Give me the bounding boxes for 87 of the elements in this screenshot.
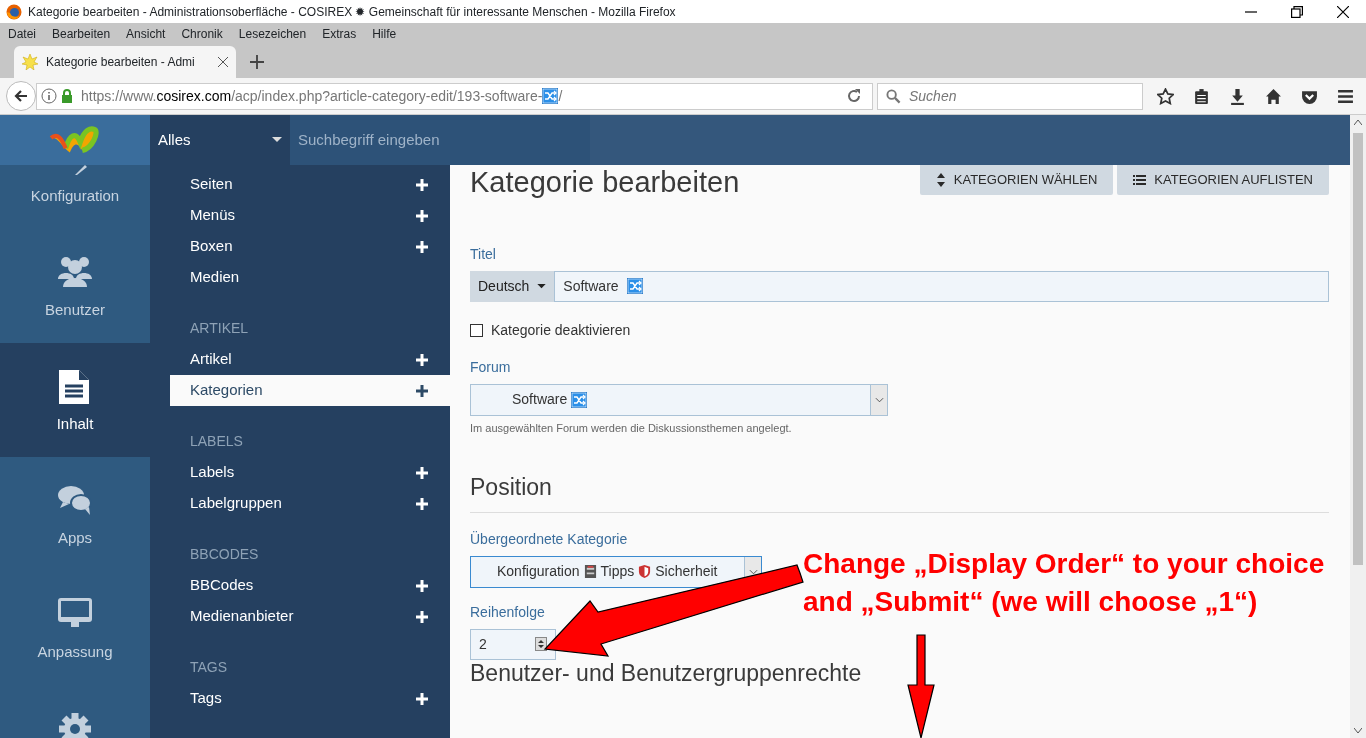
menu-item[interactable]: Extras [318,24,361,43]
shuffle-icon [626,278,643,295]
list-icon [1133,174,1147,186]
tab-title: Kategorie bearbeiten - Admi [46,54,196,71]
wave-logo [49,125,101,155]
chevron-down-icon [748,568,758,575]
search-icon [886,88,901,104]
lock-icon[interactable] [61,89,73,103]
title-input[interactable]: Software [554,270,1329,302]
restore-icon[interactable] [1291,5,1303,18]
info-icon[interactable] [41,88,57,104]
submenu-item[interactable]: Labels [170,457,450,488]
search-placeholder: Suchen [909,86,957,106]
submenu-item[interactable]: Boxen [170,231,450,262]
submenu-item[interactable]: Tags [170,683,450,714]
browser-tab[interactable]: Kategorie bearbeiten - Admi [14,46,236,78]
menu-item[interactable]: Datei [4,24,40,43]
submenu-item[interactable]: BBCodes [170,570,450,601]
back-button[interactable] [6,81,36,111]
scope-dropdown[interactable]: Alles [150,115,290,165]
browser-logo-icon [6,3,22,20]
bookmark-star-icon[interactable] [1157,87,1174,105]
number-input[interactable]: 2 [470,628,556,660]
shuffle-icon [542,88,559,104]
plus-icon[interactable] [416,384,428,397]
sidebar-item[interactable]: Konfiguration [0,165,150,229]
field-label: Reihenfolge [470,602,545,622]
reload-icon[interactable] [846,88,862,104]
select-field[interactable]: Konfiguration Tipps Sicherheit [470,555,762,588]
close-icon[interactable] [1337,5,1349,18]
back-arrow-icon [13,88,29,104]
cabinet-icon [583,564,597,580]
submenu-item[interactable]: Seiten [170,169,450,200]
annotation-text: Change „Display Order“ to your choice and „Submit“ (we will choose „1“) [803,547,1326,619]
shield-icon [638,564,652,580]
sidebar-item[interactable]: Anpassung [0,571,150,685]
menu-icon[interactable] [1337,87,1354,105]
sort-icon [935,173,946,187]
scroll-down-icon[interactable] [1354,728,1362,734]
menu-item[interactable]: Ansicht [122,24,170,43]
chevron-down-icon [874,396,884,403]
menu-item[interactable]: Hilfe [368,24,401,43]
header-button[interactable]: KATEGORIEN AUFLISTEN [1117,165,1329,195]
caret-icon [272,137,282,143]
section-heading: Position [470,474,1329,513]
section-heading: ARTIKEL [190,319,250,338]
section-heading: Benutzer- und Benutzergruppenrechte [470,659,863,688]
gear-icon[interactable] [57,711,93,738]
submenu-item[interactable]: Medienanbieter [170,601,450,632]
language-dropdown[interactable]: Deutsch [470,270,555,302]
checkbox-label: Kategorie deaktivieren [491,320,631,340]
section-heading: LABELS [190,432,244,451]
field-label: Übergeordnete Kategorie [470,529,628,549]
field-label: Titel [470,244,496,264]
sidebar-item[interactable]: Inhalt [0,343,150,457]
scrollbar-thumb[interactable] [1353,133,1363,565]
home-icon[interactable] [1265,87,1282,105]
download-icon[interactable] [1229,87,1246,105]
header-button[interactable]: KATEGORIEN WÄHLEN [919,165,1114,195]
reading-list-icon[interactable] [1193,87,1210,105]
menu-item[interactable]: Bearbeiten [48,24,115,43]
page-title: Kategorie bearbeiten [470,165,740,200]
star-burst-icon [22,54,38,70]
checkbox[interactable] [470,323,483,337]
window-title: Kategorie bearbeiten - Administrationsoberfläche - COSIREX ✹ Gemeinschaft für interessante Menschen - Mozilla Firefox [28,3,677,21]
spinner-arrows-icon[interactable] [535,637,547,652]
search-field[interactable]: Suchen [877,82,1143,110]
sidebar-item[interactable]: Benutzer [0,229,150,343]
menu-item[interactable]: Chronik [177,24,227,43]
search-field[interactable]: Suchbegriff eingeben [290,115,590,165]
scroll-up-icon[interactable] [1354,119,1362,125]
submenu-item[interactable]: Medien [170,262,450,293]
section-heading: TAGS [190,658,229,677]
field-label: Forum [470,357,511,377]
menu-item[interactable]: Lesezeichen [234,24,311,43]
sidebar-item[interactable]: Apps [0,457,150,571]
submenu-item[interactable]: Menüs [170,200,450,231]
caret-icon [537,283,547,289]
submenu-item[interactable]: Labelgruppen [170,488,450,519]
submenu-item[interactable]: Artikel [170,344,450,375]
section-heading: BBCODES [190,545,260,564]
help-text: Im ausgewählten Forum werden die Diskussionsthemen angelegt. [470,420,793,436]
new-tab-icon[interactable] [250,55,264,69]
submenu-item[interactable]: Kategorien [170,375,450,406]
close-icon[interactable] [218,57,228,67]
shuffle-icon [571,391,588,408]
select-field[interactable]: Software [470,383,888,416]
